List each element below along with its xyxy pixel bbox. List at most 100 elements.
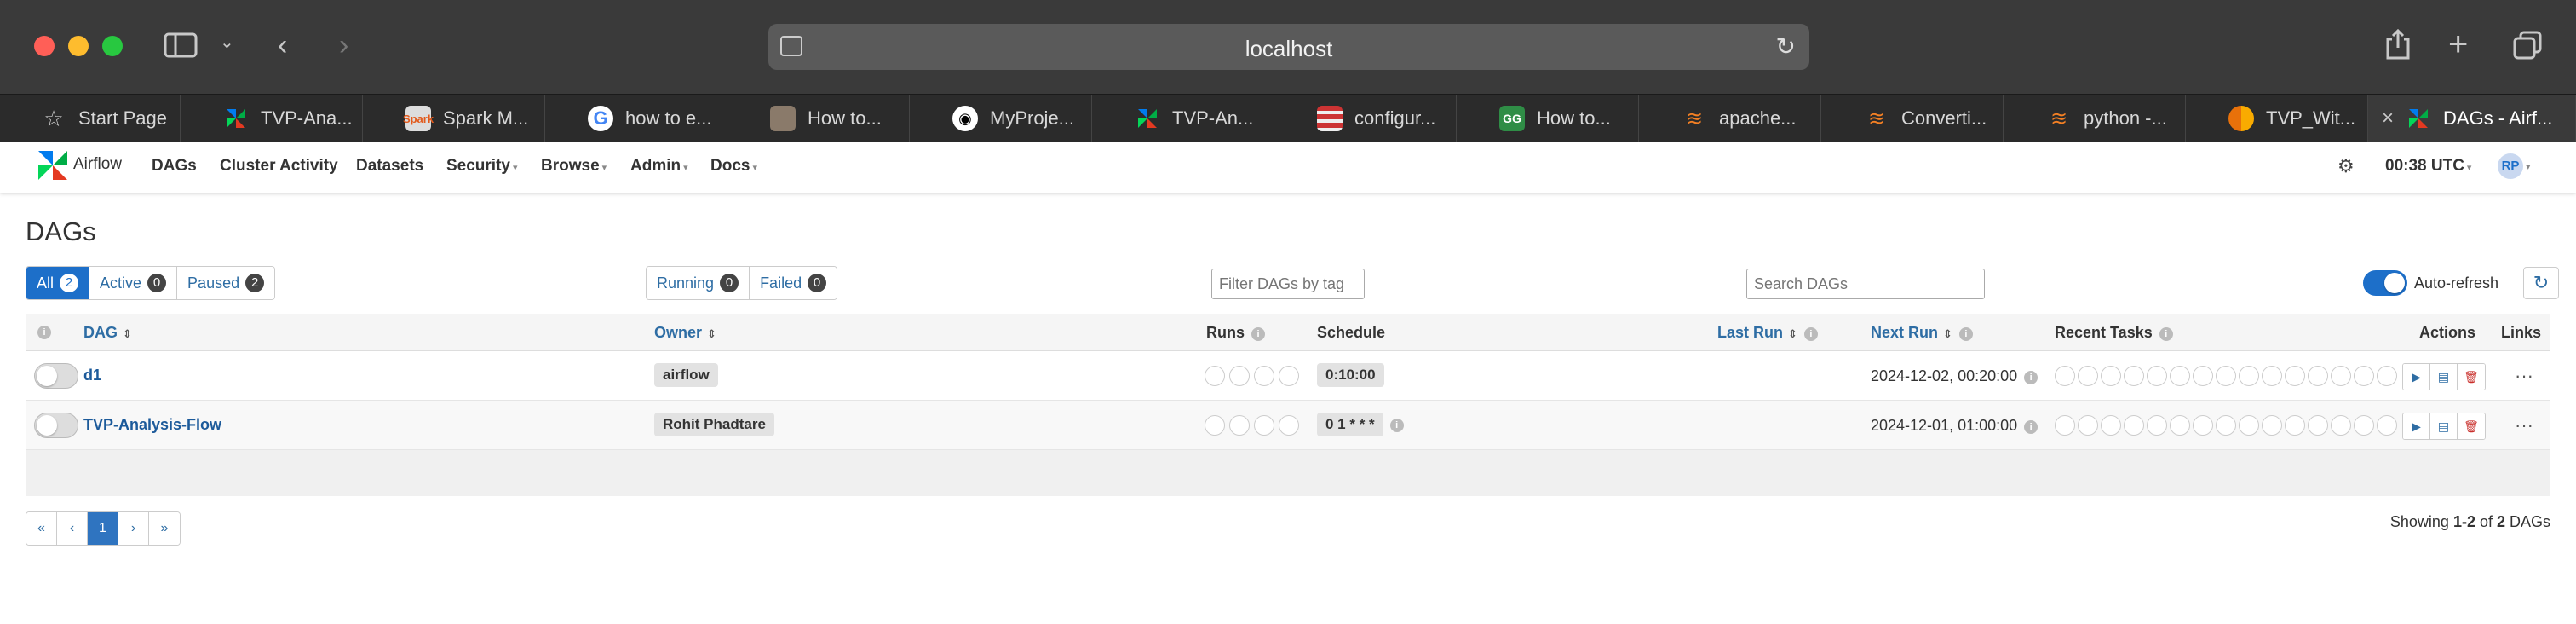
chevron-down-icon[interactable]: ⌄ — [220, 34, 234, 51]
schedule-tag[interactable]: 0:10:00 — [1317, 363, 1384, 387]
tab-tvp-with[interactable]: TVP_Wit... — [2186, 95, 2368, 142]
auto-refresh-toggle[interactable] — [2363, 270, 2407, 296]
col-links: Links — [2501, 324, 2542, 341]
forward-icon[interactable]: › — [339, 31, 348, 60]
info-icon[interactable]: i — [1251, 327, 1265, 341]
caret-down-icon: ▾ — [2466, 163, 2472, 173]
tab-configur[interactable]: configur... — [1274, 95, 1457, 142]
runs-status-circles — [1205, 366, 1299, 386]
sidebar-icon[interactable] — [164, 32, 198, 63]
tag-filter-input[interactable] — [1211, 269, 1365, 299]
dag-pause-toggle[interactable] — [34, 363, 78, 389]
tab-spark[interactable]: Spark Spark M... — [363, 95, 545, 142]
share-icon[interactable] — [2385, 28, 2411, 65]
count-badge: 0 — [147, 274, 167, 292]
dag-pause-toggle[interactable] — [34, 413, 78, 438]
search-dags-input[interactable] — [1746, 269, 1985, 299]
tab-how-to-2[interactable]: GG How to... — [1457, 95, 1639, 142]
user-menu[interactable]: RP ▾ — [2498, 153, 2531, 179]
gfg-icon: GG — [1499, 106, 1525, 131]
timezone-dropdown[interactable]: 00:38 UTC ▾ — [2385, 157, 2471, 176]
nav-dags[interactable]: DAGs — [152, 157, 197, 176]
info-icon[interactable]: i — [1803, 327, 1818, 341]
toggle-knob — [37, 415, 57, 436]
tab-apache[interactable]: ≋ apache... — [1639, 95, 1821, 142]
tab-dags-airflow[interactable]: × DAGs - Airf... — [2368, 95, 2576, 142]
last-page-button[interactable]: » — [149, 512, 180, 545]
minimize-window-button[interactable] — [68, 36, 89, 56]
filter-all-button[interactable]: All 2 — [26, 267, 90, 299]
back-icon[interactable]: ‹ — [278, 31, 287, 60]
info-icon[interactable]: i — [2024, 420, 2038, 434]
col-dag[interactable]: DAG ⇕ — [83, 324, 132, 342]
dag-link[interactable]: TVP-Analysis-Flow — [83, 416, 221, 434]
next-page-button[interactable]: › — [118, 512, 149, 545]
filter-active-button[interactable]: Active 0 — [89, 267, 178, 299]
delete-dag-icon[interactable]: 🗑 — [2458, 413, 2485, 439]
refresh-icon[interactable]: ↻ — [2523, 267, 2559, 299]
new-tab-icon[interactable]: + — [2448, 27, 2468, 61]
nav-docs[interactable]: Docs ▾ — [710, 157, 757, 176]
more-links-icon[interactable]: ··· — [2515, 365, 2533, 387]
airflow-logo-icon[interactable] — [36, 148, 70, 182]
tab-python[interactable]: ≋ python -... — [2004, 95, 2186, 142]
zoom-window-button[interactable] — [102, 36, 123, 56]
count-badge: 2 — [60, 274, 79, 292]
info-icon[interactable]: i — [2159, 327, 2173, 341]
page-1-button[interactable]: 1 — [88, 512, 118, 545]
tab-start-page[interactable]: ☆ Start Page — [0, 95, 181, 142]
filter-failed-button[interactable]: Failed 0 — [750, 267, 837, 299]
nav-datasets[interactable]: Datasets — [356, 157, 423, 176]
sort-icon: ⇕ — [123, 327, 132, 340]
airflow-icon — [1135, 106, 1160, 131]
info-icon[interactable]: i — [2024, 371, 2038, 384]
settings-gear-icon[interactable]: ⚙ — [2337, 155, 2355, 177]
tab-how-to-1[interactable]: How to... — [727, 95, 910, 142]
schedule-cell: 0 1 * * * i — [1317, 413, 1404, 436]
delete-dag-icon[interactable]: 🗑 — [2458, 364, 2485, 390]
close-window-button[interactable] — [34, 36, 55, 56]
dag-link[interactable]: d1 — [83, 367, 101, 384]
col-last-run[interactable]: Last Run ⇕ i — [1717, 324, 1818, 342]
table-row: d1 airflow 0:10:00 2024-12-02, 00:20:00 i… — [26, 351, 2550, 401]
owner-tag[interactable]: airflow — [654, 363, 718, 387]
google-icon: G — [588, 106, 613, 131]
info-icon[interactable]: i — [1958, 327, 1973, 341]
tab-overview-icon[interactable] — [2513, 31, 2542, 65]
info-icon[interactable]: i — [37, 326, 51, 339]
close-tab-icon[interactable]: × — [2382, 107, 2394, 130]
tab-tvp-analysis-2[interactable]: TVP-An... — [1092, 95, 1274, 142]
tab-google[interactable]: Ghow to e... — [545, 95, 727, 142]
pagination: « ‹ 1 › » — [26, 511, 181, 546]
nav-cluster-activity[interactable]: Cluster Activity — [220, 157, 338, 176]
brand-name[interactable]: Airflow — [73, 155, 122, 174]
config-icon — [1317, 106, 1343, 131]
tab-tvp-analysis-1[interactable]: TVP-Ana... — [181, 95, 363, 142]
col-owner[interactable]: Owner ⇕ — [654, 324, 716, 342]
filter-paused-button[interactable]: Paused 2 — [177, 267, 275, 299]
filter-running-button[interactable]: Running 0 — [647, 267, 750, 299]
tab-converti[interactable]: ≋ Converti... — [1821, 95, 2004, 142]
nav-browse[interactable]: Browse ▾ — [541, 157, 607, 176]
info-icon[interactable]: i — [1389, 419, 1404, 432]
col-recent-tasks: Recent Tasks i — [2055, 324, 2173, 342]
caret-down-icon: ▾ — [512, 163, 518, 173]
trigger-dag-icon[interactable]: ▶ — [2403, 413, 2430, 439]
reload-icon[interactable]: ↻ — [1776, 32, 1796, 61]
trigger-dag-icon[interactable]: ▶ — [2403, 364, 2430, 390]
col-next-run[interactable]: Next Run ⇕ i — [1871, 324, 1973, 342]
nav-security[interactable]: Security ▾ — [446, 157, 518, 176]
tab-github[interactable]: ◉ MyProje... — [910, 95, 1092, 142]
prev-page-button[interactable]: ‹ — [57, 512, 88, 545]
address-bar[interactable]: localhost ↻ — [768, 24, 1809, 70]
schedule-tag[interactable]: 0 1 * * * — [1317, 413, 1383, 436]
nav-admin[interactable]: Admin ▾ — [630, 157, 688, 176]
owner-tag[interactable]: Rohit Phadtare — [654, 413, 774, 436]
row-actions: ▶ ▤ 🗑 — [2402, 363, 2486, 390]
more-links-icon[interactable]: ··· — [2515, 414, 2533, 436]
first-page-button[interactable]: « — [26, 512, 57, 545]
browser-toolbar: ⌄ ‹ › localhost ↻ + — [0, 0, 2576, 94]
stackoverflow-icon: ≋ — [1867, 107, 1886, 130]
parse-dag-icon[interactable]: ▤ — [2430, 413, 2458, 439]
parse-dag-icon[interactable]: ▤ — [2430, 364, 2458, 390]
